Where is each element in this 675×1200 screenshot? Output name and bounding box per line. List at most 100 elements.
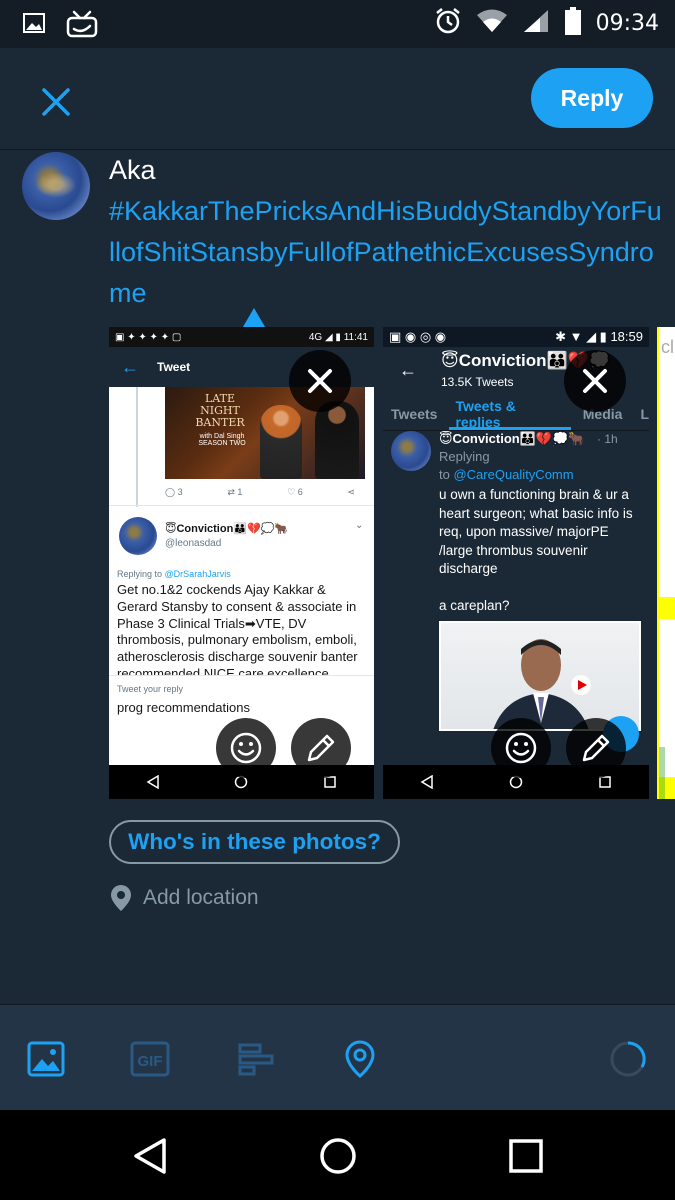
gallery-icon[interactable] (26, 1039, 66, 1079)
photo2-status-right: ✱ ▼ ◢ ▮ 18:59 (555, 329, 643, 344)
banter-title: LATE NIGHT BANTER (195, 392, 245, 429)
banter-season: SEASON TWO (198, 440, 246, 447)
remove-photo-2-button[interactable] (564, 350, 626, 412)
sticker-photo-2-button[interactable] (491, 718, 551, 778)
tab-tweets: Tweets (391, 405, 438, 422)
photo1-status-right: 4G ◢ ▮ 11:41 (308, 331, 368, 343)
photo3-highlight (659, 597, 675, 619)
photo1-status-bar: ▣ ✦ ✦ ✦ ✦ ▢ 4G ◢ ▮ 11:41 (109, 327, 374, 347)
tweet-body: u own a functioning brain & ur a heart s… (439, 487, 633, 613)
like-count: ♡ 6 (287, 487, 303, 497)
attached-photo-3[interactable]: cli (657, 327, 675, 799)
svg-text:GIF: GIF (138, 1053, 163, 1070)
add-location-label: Add location (143, 886, 259, 909)
edit-photo-2-button[interactable] (566, 718, 626, 778)
video-person (493, 639, 591, 729)
photo2-time: 18:59 (610, 329, 643, 344)
tab-likes: L (640, 405, 649, 422)
photo1-status-icons: ▣ ✦ ✦ ✦ ✦ ▢ (115, 331, 182, 343)
home-nav-icon[interactable] (318, 1136, 358, 1176)
compose-header: Reply (0, 48, 675, 150)
photo1-bar-title: Tweet (157, 360, 191, 374)
tweet-time: · 1h (597, 432, 618, 446)
system-nav-bar (0, 1110, 675, 1200)
replying-handle: @DrSarahJarvis (164, 569, 231, 579)
close-icon[interactable] (36, 82, 76, 122)
sticker-photo-1-button[interactable] (216, 718, 276, 778)
location-pin-icon[interactable] (340, 1039, 380, 1079)
image-notification-icon (22, 11, 46, 40)
compose-toolbar: GIF (0, 1004, 675, 1110)
close-icon (583, 369, 607, 393)
like-count-value: 6 (297, 487, 303, 497)
reply-button[interactable]: Reply (531, 68, 653, 128)
back-nav-icon (420, 775, 434, 789)
photo1-time: 11:41 (343, 331, 368, 343)
add-location-button[interactable]: Add location (109, 884, 259, 912)
avatar (391, 431, 431, 471)
smiley-icon (505, 732, 537, 764)
share-icon: ⋖ (347, 487, 355, 497)
character-counter-icon (608, 1039, 648, 1079)
back-nav-icon[interactable] (130, 1136, 170, 1176)
photo2-body: 😇Conviction👪💔💭🐂 · 1h Replying to @CareQu… (383, 431, 649, 765)
location-pin-icon (111, 885, 131, 911)
close-icon (308, 369, 332, 393)
poll-icon[interactable] (236, 1039, 276, 1079)
tab-tweets-replies: Tweets & replies (455, 397, 516, 430)
photo1-network: 4G (308, 331, 323, 343)
video-thumbnail (439, 621, 641, 731)
banter-person-man (315, 401, 359, 479)
replying-to: Replying to @DrSarahJarvis (117, 569, 231, 579)
tweet-count: 13.5K Tweets (441, 375, 514, 389)
tweet-hashtag: #KakkarThePricksAndHisBuddyStandbyYorFul… (109, 196, 662, 308)
reply-count-value: 3 (177, 487, 183, 497)
photo3-bar (659, 747, 665, 799)
reply-box: Tweet your reply (109, 675, 374, 703)
banter-subtitle: with Dal Singh SEASON TWO (187, 433, 257, 447)
wifi-icon (476, 8, 508, 39)
battery-icon (564, 6, 582, 41)
retweet-count: ⇄ 1 (227, 487, 243, 497)
signal-icon (522, 8, 550, 39)
photo2-status-bar: ▣ ◉ ◎ ◉ ✱ ▼ ◢ ▮ 18:59 (383, 327, 649, 347)
divider (109, 505, 374, 506)
photo2-status-icons: ▣ ◉ ◎ ◉ (389, 329, 447, 344)
thread-line (136, 387, 138, 507)
replying-to: to @CareQualityComm (439, 467, 574, 482)
banter-person-woman (260, 405, 302, 479)
status-time: 09:34 (595, 11, 659, 36)
pencil-icon (582, 734, 610, 762)
remove-photo-1-button[interactable] (289, 350, 351, 412)
author-name: 😇Conviction👪💔💭🐂 (439, 431, 585, 446)
tweet-textarea[interactable]: Aka #KakkarThePricksAndHisBuddyStandbyYo… (109, 150, 665, 314)
smiley-icon (230, 732, 262, 764)
tab-underline (449, 427, 571, 430)
reply-count: ◯ 3 (165, 487, 183, 497)
retweet-count-value: 1 (237, 487, 243, 497)
tweet-text-line: Aka (109, 155, 156, 185)
photo3-text: cli (661, 337, 675, 357)
gif-icon[interactable]: GIF (130, 1039, 170, 1079)
pencil-icon (307, 734, 335, 762)
cast-notification-icon (66, 8, 98, 43)
alarm-icon (434, 7, 462, 40)
back-arrow-icon: ← (399, 360, 417, 380)
replying-prefix: Replying to (117, 569, 163, 579)
avatar (22, 152, 90, 220)
back-arrow-icon: ← (121, 356, 139, 377)
banter-subtitle-text: with Dal Singh (199, 433, 245, 440)
replying-label: Replying (439, 449, 490, 464)
recents-nav-icon[interactable] (506, 1136, 546, 1176)
back-nav-icon (146, 775, 159, 789)
author-name: 😇Conviction👪💔💭🐂 (165, 523, 289, 535)
replying-handle: @CareQualityComm (453, 467, 574, 482)
replying-prefix: to (439, 467, 450, 482)
chevron-down-icon: ⌄ (355, 520, 364, 531)
tag-people-button[interactable]: Who's in these photos? (109, 820, 400, 864)
reply-placeholder: Tweet your reply (117, 684, 184, 694)
edit-photo-1-button[interactable] (291, 718, 351, 778)
avatar (119, 517, 157, 555)
author-handle: @leonasdad (165, 538, 222, 549)
status-bar: 09:34 (0, 0, 675, 48)
